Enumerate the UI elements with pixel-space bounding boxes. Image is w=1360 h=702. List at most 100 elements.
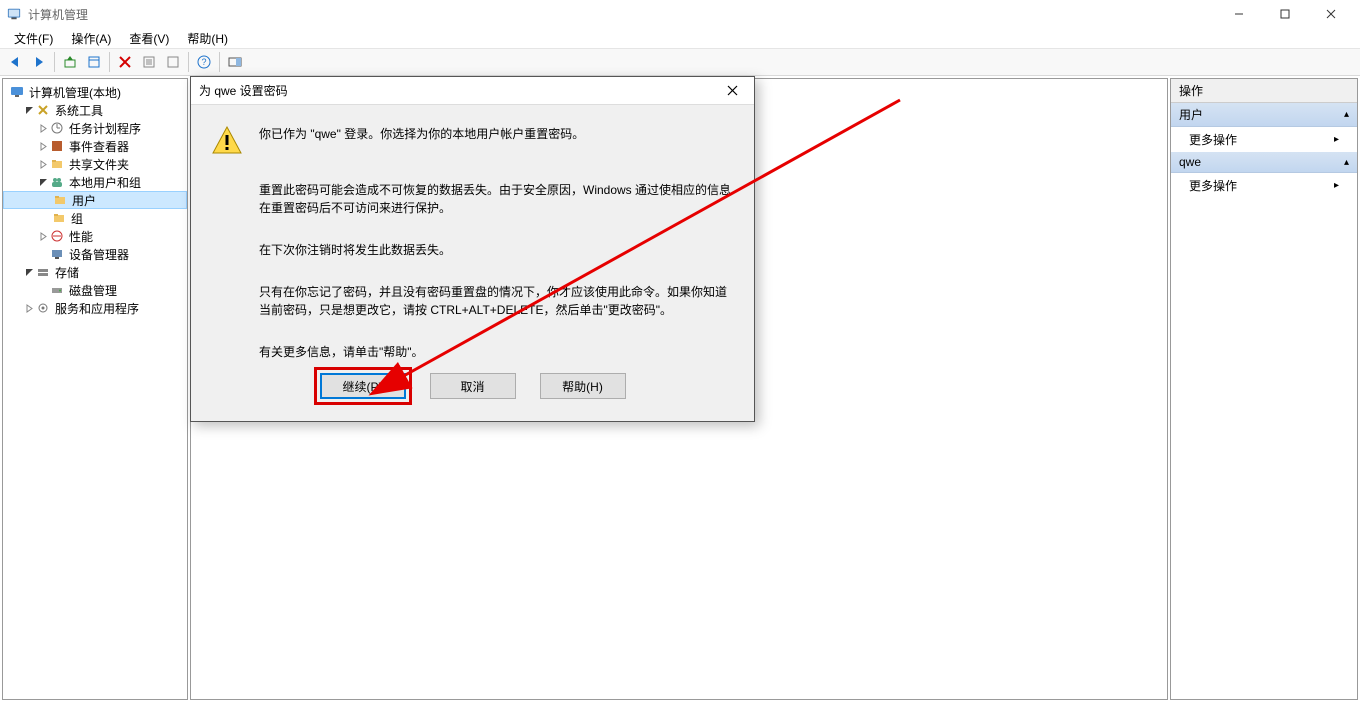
menu-help[interactable]: 帮助(H) — [179, 28, 236, 49]
tree-label: 用户 — [72, 192, 96, 209]
tree-services[interactable]: 服务和应用程序 — [3, 299, 187, 317]
more-actions-qwe[interactable]: 更多操作 ▸ — [1171, 173, 1357, 198]
collapse-icon[interactable] — [23, 104, 35, 116]
warning-icon — [211, 125, 243, 157]
window-title: 计算机管理 — [28, 6, 1216, 23]
tools-icon — [35, 102, 51, 118]
tree-performance[interactable]: 性能 — [3, 227, 187, 245]
help-button[interactable]: 帮助(H) — [540, 373, 626, 399]
device-icon — [49, 246, 65, 262]
continue-button[interactable]: 继续(P) — [320, 373, 406, 399]
maximize-button[interactable] — [1262, 0, 1308, 28]
svg-text:?: ? — [202, 57, 207, 67]
menu-action[interactable]: 操作(A) — [63, 28, 119, 49]
expand-icon[interactable] — [37, 158, 49, 170]
up-button[interactable] — [59, 51, 81, 73]
tree-label: 系统工具 — [55, 102, 103, 119]
services-icon — [35, 300, 51, 316]
dialog-buttons: 继续(P) 取消 帮助(H) — [211, 373, 734, 399]
users-icon — [49, 174, 65, 190]
close-button[interactable] — [1308, 0, 1354, 28]
tree-label: 共享文件夹 — [69, 156, 129, 173]
tree-event-viewer[interactable]: 事件查看器 — [3, 137, 187, 155]
chevron-right-icon: ▸ — [1334, 134, 1339, 145]
tree-shared-folders[interactable]: 共享文件夹 — [3, 155, 187, 173]
delete-button[interactable] — [114, 51, 136, 73]
toolbar: ? — [0, 48, 1360, 76]
menu-bar: 文件(F) 操作(A) 查看(V) 帮助(H) — [0, 28, 1360, 48]
tree-label: 事件查看器 — [69, 138, 129, 155]
title-bar: 计算机管理 — [0, 0, 1360, 28]
folder-icon — [52, 192, 68, 208]
separator — [219, 52, 220, 72]
show-pane-button[interactable] — [224, 51, 246, 73]
expand-icon[interactable] — [37, 140, 49, 152]
expand-icon[interactable] — [37, 122, 49, 134]
storage-icon — [35, 264, 51, 280]
dialog-body: 你已作为 "qwe" 登录。你选择为你的本地用户帐户重置密码。 重置此密码可能会… — [191, 105, 754, 421]
folder-icon — [51, 210, 67, 226]
performance-icon — [49, 228, 65, 244]
menu-view[interactable]: 查看(V) — [121, 28, 177, 49]
dialog-text-4: 只有在你忘记了密码，并且没有密码重置盘的情况下，你才应该使用此命令。如果你知道当… — [259, 283, 734, 319]
tree-pane[interactable]: 计算机管理(本地) 系统工具 任务计划程序 — [2, 78, 188, 700]
actions-pane: 操作 用户 ▴ 更多操作 ▸ qwe ▴ 更多操作 ▸ — [1170, 78, 1358, 700]
collapse-icon[interactable] — [23, 266, 35, 278]
tree-device-manager[interactable]: 设备管理器 — [3, 245, 187, 263]
back-button[interactable] — [4, 51, 26, 73]
forward-button[interactable] — [28, 51, 50, 73]
section-label: 用户 — [1179, 106, 1203, 123]
dialog-title: 为 qwe 设置密码 — [199, 82, 718, 99]
tree-label: 组 — [71, 210, 83, 227]
action-label: 更多操作 — [1189, 131, 1237, 148]
minimize-button[interactable] — [1216, 0, 1262, 28]
tree-label: 计算机管理(本地) — [29, 84, 121, 101]
password-dialog: 为 qwe 设置密码 你已作为 "qwe" 登录。你选择为你的本地用户帐户重置密… — [190, 76, 755, 422]
app-icon — [6, 6, 22, 22]
separator — [188, 52, 189, 72]
collapse-arrow-icon: ▴ — [1344, 157, 1349, 168]
tree-local-users[interactable]: 本地用户和组 — [3, 173, 187, 191]
actions-section-qwe[interactable]: qwe ▴ — [1171, 152, 1357, 173]
actions-section-users[interactable]: 用户 ▴ — [1171, 103, 1357, 127]
tree-label: 本地用户和组 — [69, 174, 141, 191]
dialog-text-1: 你已作为 "qwe" 登录。你选择为你的本地用户帐户重置密码。 — [259, 125, 584, 143]
dialog-text-3: 在下次你注销时将发生此数据丢失。 — [259, 241, 734, 259]
actions-title: 操作 — [1171, 79, 1357, 103]
window-controls — [1216, 0, 1354, 28]
tree-label: 性能 — [69, 228, 93, 245]
list-button[interactable] — [138, 51, 160, 73]
dialog-text-2: 重置此密码可能会造成不可恢复的数据丢失。由于安全原因，Windows 通过使相应… — [259, 181, 734, 217]
tree-disk-management[interactable]: 磁盘管理 — [3, 281, 187, 299]
expand-icon[interactable] — [23, 302, 35, 314]
collapse-icon[interactable] — [37, 176, 49, 188]
dialog-close-button[interactable] — [718, 81, 746, 101]
tree-label: 服务和应用程序 — [55, 300, 139, 317]
shared-folder-icon — [49, 156, 65, 172]
expand-icon[interactable] — [37, 230, 49, 242]
tree-system-tools[interactable]: 系统工具 — [3, 101, 187, 119]
properties-button[interactable] — [83, 51, 105, 73]
dialog-titlebar[interactable]: 为 qwe 设置密码 — [191, 77, 754, 105]
event-icon — [49, 138, 65, 154]
clock-icon — [49, 120, 65, 136]
menu-file[interactable]: 文件(F) — [6, 28, 61, 49]
separator — [54, 52, 55, 72]
help-button[interactable]: ? — [193, 51, 215, 73]
more-actions-users[interactable]: 更多操作 ▸ — [1171, 127, 1357, 152]
tree-task-scheduler[interactable]: 任务计划程序 — [3, 119, 187, 137]
cancel-button[interactable]: 取消 — [430, 373, 516, 399]
separator — [109, 52, 110, 72]
refresh-button[interactable] — [162, 51, 184, 73]
computer-icon — [9, 84, 25, 100]
action-label: 更多操作 — [1189, 177, 1237, 194]
collapse-arrow-icon: ▴ — [1344, 109, 1349, 120]
tree-groups[interactable]: 组 — [3, 209, 187, 227]
tree-label: 存储 — [55, 264, 79, 281]
tree-users[interactable]: 用户 — [3, 191, 187, 209]
tree-storage[interactable]: 存储 — [3, 263, 187, 281]
tree-root[interactable]: 计算机管理(本地) — [3, 83, 187, 101]
tree-label: 设备管理器 — [69, 246, 129, 263]
section-label: qwe — [1179, 155, 1201, 169]
chevron-right-icon: ▸ — [1334, 180, 1339, 191]
